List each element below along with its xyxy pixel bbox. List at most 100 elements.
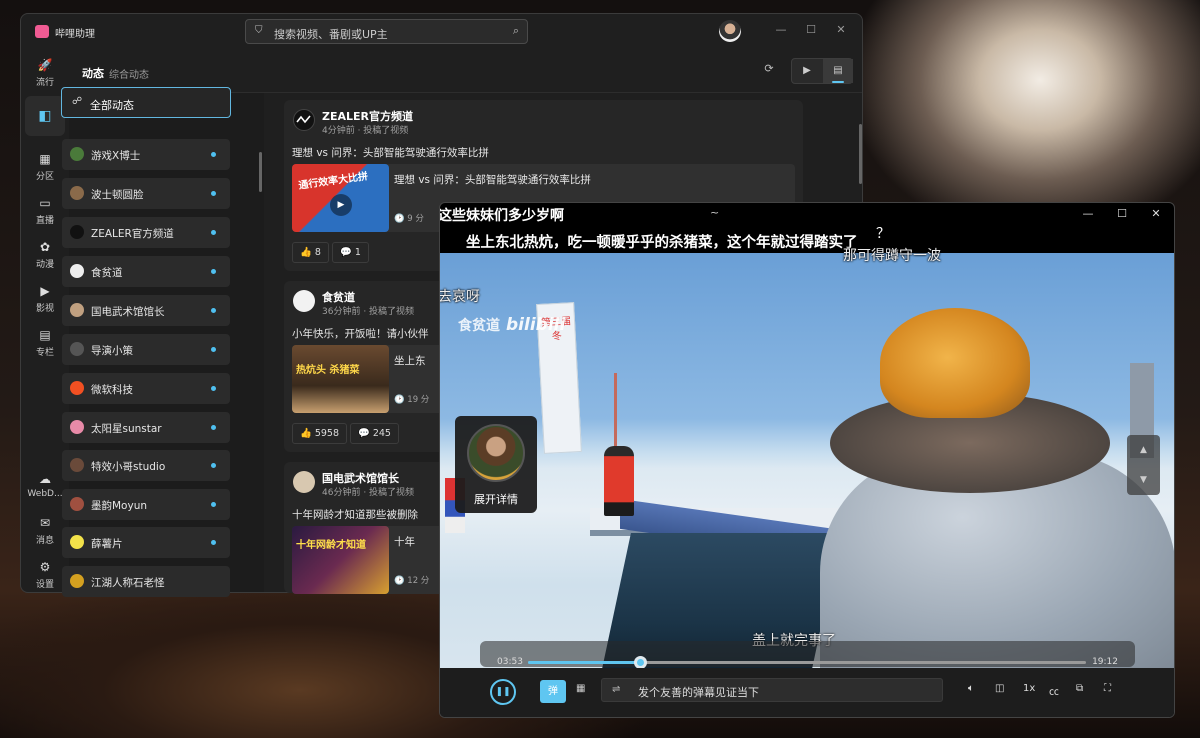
danmaku-settings-icon[interactable]: ▦ [576,683,590,699]
following-item[interactable]: 江湖人称石老怪 [62,566,230,597]
rail-item-messages[interactable]: ✉ 消息 [25,512,65,552]
video-view-icon[interactable]: ▶ [792,59,822,83]
watermark-uploader: 食贫道 [458,318,500,334]
search-input[interactable]: ⛉ 搜索视频、番剧或UP主 ⌕ [245,19,528,44]
thumbnail-text: 热炕头 杀猪菜 [296,365,360,376]
all-dynamics-button[interactable]: ☍ 全部动态 [61,87,231,118]
user-avatar[interactable] [719,20,741,42]
like-button[interactable]: 👍 5958 [292,423,348,444]
rail-item-dynamic[interactable]: ◧ [25,96,65,136]
video-title-overlay: 坐上东北热炕，吃一顿暖乎乎的杀猪菜，这个年就过得踏实了 [466,235,858,251]
feed-scrollbar[interactable] [859,124,862,184]
following-item[interactable]: 食贫道 [62,256,230,287]
subtitle-icon[interactable]: ㏄ [1049,683,1059,699]
following-item[interactable]: 太阳星sunstar [62,412,230,443]
refresh-icon[interactable]: ⟳ [761,62,777,78]
author-name[interactable]: ZEALER官方频道 [322,108,413,124]
rail-item-partition[interactable]: ▦ 分区 [25,148,65,188]
author-avatar[interactable] [293,109,315,131]
app-title: 哔哩助理 [55,29,95,40]
post-meta: 36分钟前 · 投稿了视频 [322,307,415,317]
quality-icon[interactable]: ◫ [995,683,1004,699]
close-button[interactable]: ✕ [833,22,849,38]
following-item[interactable]: 微软科技 [62,373,230,404]
player-minimize-button[interactable]: — [1080,206,1096,222]
video-thumbnail: 热炕头 杀猪菜 [292,345,389,413]
rail-item-live[interactable]: ▭ 直播 [25,192,65,232]
danmaku-toggle[interactable]: 弹 [540,680,566,703]
rail-item-article[interactable]: ▤ 专栏 [25,324,65,364]
film-icon: ▶ [40,284,50,298]
thumbnail-text: 通行效率大比拼 [297,171,369,192]
danmaku-input[interactable]: ⇌ 发个友善的弹幕见证当下 [601,678,943,702]
following-avatar [70,574,84,588]
following-avatar [70,381,84,395]
following-name: 太阳星sunstar [91,423,162,435]
maximize-button[interactable]: ☐ [803,22,819,38]
rail-item-film[interactable]: ▶ 影视 [25,280,65,320]
unread-dot [211,191,216,196]
following-item[interactable]: 国电武术馆馆长 [62,295,230,326]
scene-tower [614,373,617,453]
article-icon: ▤ [39,328,51,342]
unread-dot [211,540,216,545]
chevron-up-icon[interactable]: ▲ [1127,435,1160,465]
danmaku-comment: 这些妹妹们多少岁啊 [439,208,564,224]
play-icon: ▶ [330,194,352,216]
author-avatar[interactable] [293,471,315,493]
rail-label: 专栏 [35,348,54,358]
comment-button[interactable]: 💬 1 [332,242,369,263]
following-item[interactable]: 波士顿圆脸 [62,178,230,209]
unread-dot [211,502,216,507]
expand-details-card[interactable]: 展开详情 [455,416,537,513]
author-avatar[interactable] [293,290,315,312]
volume-icon[interactable]: 🔈︎ [968,683,974,699]
filter-icon[interactable]: ⛉ [255,25,263,36]
picture-in-picture-icon[interactable]: ⧉ [1076,683,1083,699]
following-avatar [70,342,84,356]
progress-slider[interactable] [528,656,1086,669]
rail-item-popular[interactable]: 🚀 流行 [25,54,65,94]
speed-button[interactable]: 1x [1023,683,1035,699]
player-close-button[interactable]: ✕ [1148,206,1164,222]
author-name[interactable]: 国电武术馆馆长 [322,470,399,486]
unread-dot [211,269,216,274]
rail-item-webdav[interactable]: ☁ WebD... [25,468,65,508]
fullscreen-icon[interactable]: ⛶ [1104,683,1111,699]
following-name: 食贫道 [91,267,123,279]
like-button[interactable]: 👍 8 [292,242,329,263]
following-name: 特效小哥studio [91,461,166,473]
author-name[interactable]: 食贫道 [322,289,355,305]
following-item[interactable]: 导演小策 [62,334,230,365]
episode-switcher: ▲ ▼ [1127,435,1160,495]
video-cover-avatar [467,424,525,482]
player-maximize-button[interactable]: ☐ [1114,206,1130,222]
following-item[interactable]: ZEALER官方频道 [62,217,230,248]
following-item[interactable]: 游戏X博士 [62,139,230,170]
pause-button[interactable]: ❚❚ [490,679,516,705]
chevron-down-icon[interactable]: ▼ [1127,465,1160,495]
player-control-bar: ❚❚ 弹 ▦ ⇌ 发个友善的弹幕见证当下 🔈︎ ◫ 1x ㏄ ⧉ ⛶ [440,668,1174,717]
comment-button[interactable]: 💬 245 [350,423,399,444]
rail-label: WebD... [27,489,63,499]
list-scrollbar[interactable] [259,152,262,192]
post-text: 十年网龄才知道那些被删除 [292,509,418,521]
following-item[interactable]: 薛薯片 [62,527,230,558]
expand-details-label: 展开详情 [474,493,518,506]
video-frame[interactable]: 第三届冬 食贫道 bilibili [440,253,1174,668]
following-item[interactable]: 特效小哥studio [62,450,230,481]
video-title: 理想 vs 问界：头部智能驾驶通行效率比拼 [394,174,591,186]
following-name: 游戏X博士 [91,150,141,162]
minimize-button[interactable]: — [773,22,789,38]
following-item[interactable]: 墨韵Moyun [62,489,230,520]
list-view-icon[interactable]: ▤ [823,59,853,83]
unread-dot [211,152,216,157]
title-bar[interactable]: 哔哩助理 ⛉ 搜索视频、番剧或UP主 ⌕ — ☐ ✕ [21,14,862,50]
danmaku-style-icon[interactable]: ⇌ [612,684,620,695]
search-icon[interactable]: ⌕ [513,24,519,38]
rail-item-anime[interactable]: ✿ 动漫 [25,236,65,276]
progress-fill [528,661,640,664]
rail-item-settings[interactable]: ⚙ 设置 [25,556,65,592]
app-logo-icon [35,25,49,38]
following-name: 波士顿圆脸 [91,189,144,201]
